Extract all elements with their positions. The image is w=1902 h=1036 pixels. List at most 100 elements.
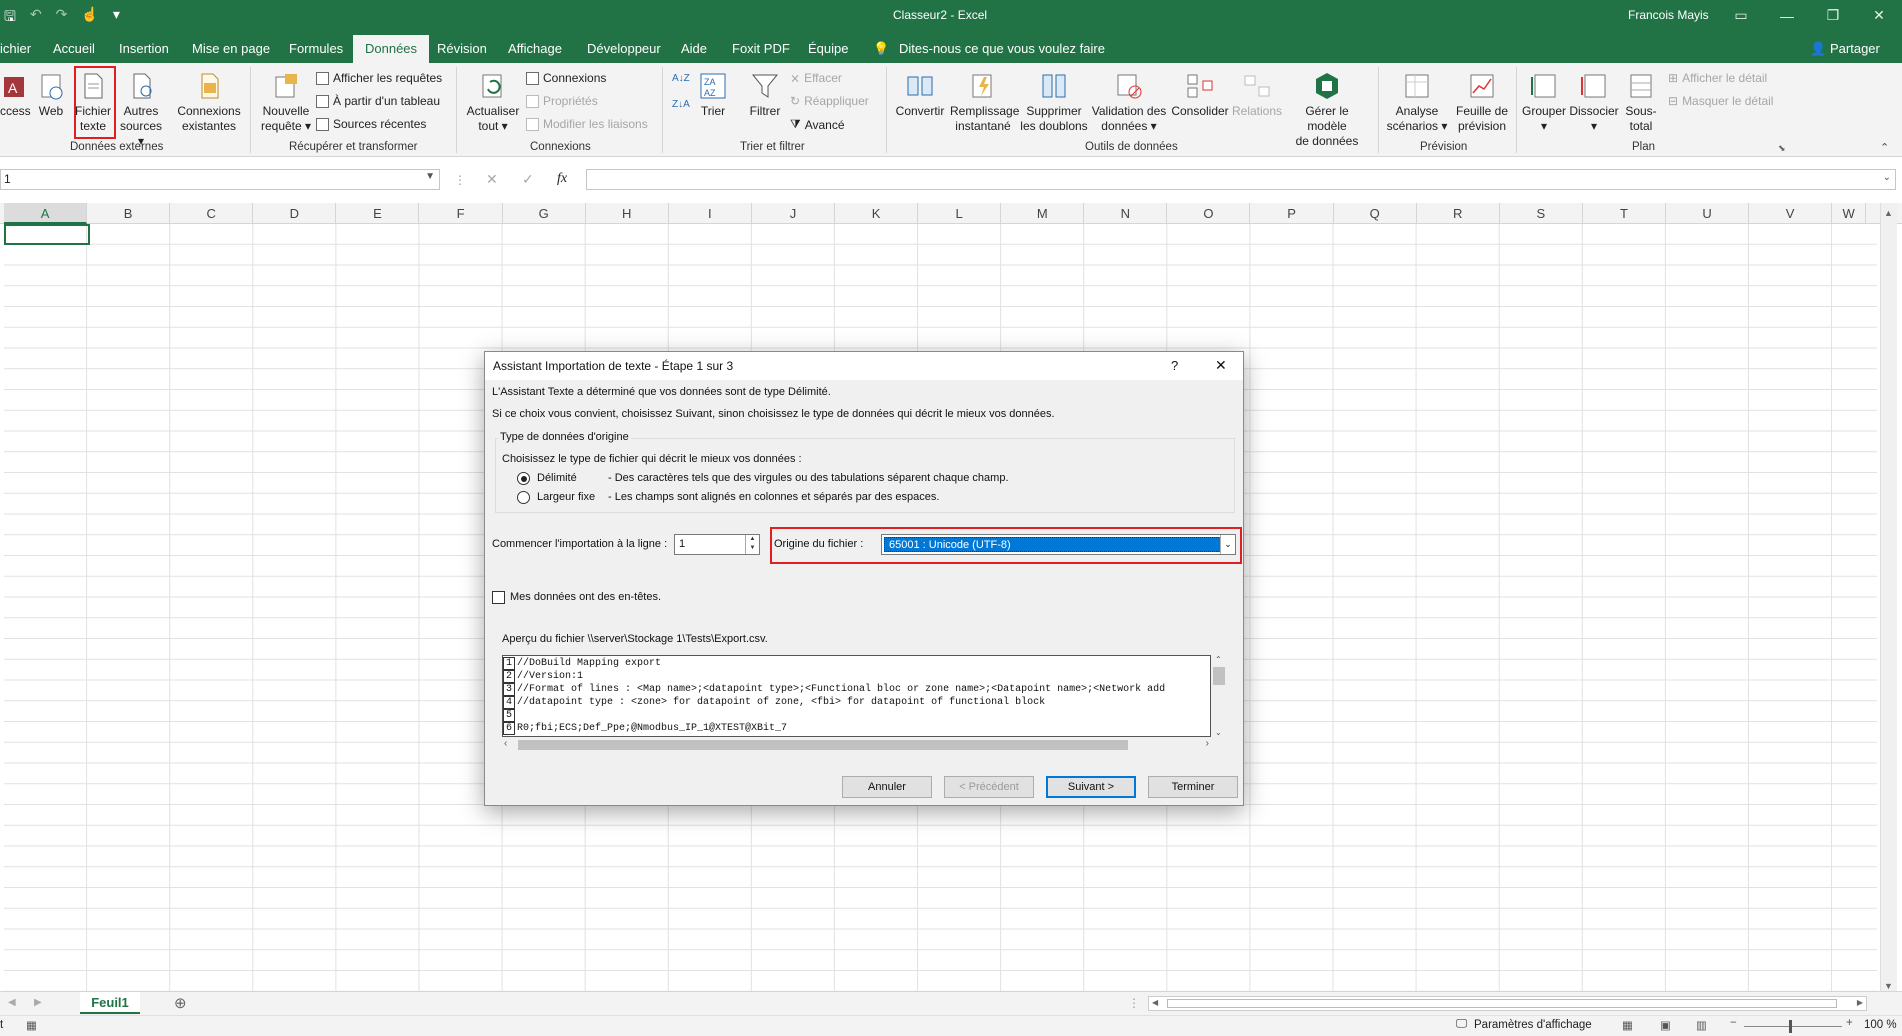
cancel-button[interactable]: Annuler [842, 776, 932, 798]
share-button[interactable]: Partager [1830, 41, 1880, 56]
start-row-spinner[interactable]: 1 ▲ ▼ [674, 534, 760, 555]
masquer-detail-button[interactable]: ⊟ Masquer le détail [1668, 94, 1773, 108]
tell-me-box[interactable]: Dites-nous ce que vous voulez faire [899, 41, 1105, 56]
column-header[interactable]: T [1583, 203, 1666, 224]
consolider-button[interactable]: Consolider [1170, 71, 1230, 119]
page-layout-icon[interactable]: ▣ [1660, 1018, 1671, 1032]
active-cell-a1[interactable] [4, 224, 90, 245]
confirm-entry-icon[interactable]: ✓ [522, 171, 534, 188]
gerer-modele-button[interactable]: Gérer le modèle de données [1284, 71, 1370, 149]
column-header[interactable]: U [1666, 203, 1750, 224]
column-header[interactable]: K [835, 203, 919, 224]
connexions-existantes-button[interactable]: Connexions existantes [176, 71, 242, 134]
scroll-right-icon[interactable]: ▶ [1857, 998, 1863, 1007]
avance-button[interactable]: ⧩ Avancé [790, 117, 845, 132]
reappliquer-button[interactable]: ↻ Réappliquer [790, 94, 869, 108]
user-name[interactable]: Francois Mayis [1628, 8, 1709, 22]
origin-select[interactable]: 65001 : Unicode (UTF-8) ⌄ [881, 534, 1236, 555]
insert-function-icon[interactable]: fx [557, 171, 567, 187]
convertir-button[interactable]: Convertir [894, 71, 946, 119]
vertical-scrollbar[interactable]: ▲ ▼ [1880, 203, 1897, 993]
zoom-out-icon[interactable]: − [1730, 1017, 1737, 1029]
autres-sources-button[interactable]: Autres sources ▾ [118, 71, 164, 149]
access-button[interactable]: A ccess [0, 71, 31, 119]
preview-scroll-right-icon[interactable]: › [1206, 738, 1209, 749]
preview-scroll-down-icon[interactable]: ⌄ [1215, 728, 1222, 737]
supprimer-doublons-button[interactable]: Supprimer les doublons [1020, 71, 1088, 134]
sous-total-button[interactable]: Sous- total [1622, 71, 1660, 134]
dissocier-button[interactable]: Dissocier ▾ [1568, 71, 1620, 134]
ribbon-display-icon[interactable]: ▭ [1718, 0, 1764, 31]
sort-az-icon[interactable]: A↓Z [672, 73, 690, 84]
cancel-entry-icon[interactable]: ✕ [486, 171, 498, 188]
scroll-left-icon[interactable]: ◀ [1152, 998, 1158, 1007]
tab-aide[interactable]: Aide [681, 41, 707, 56]
preview-horizontal-thumb[interactable] [518, 740, 1128, 750]
afficher-detail-button[interactable]: ⊞ Afficher le détail [1668, 71, 1767, 85]
close-icon[interactable]: ✕ [1856, 0, 1902, 31]
redo-icon[interactable]: ↷ [56, 6, 68, 30]
spinner-arrows-icon[interactable]: ▲ ▼ [745, 535, 759, 554]
collapse-ribbon-icon[interactable]: ⌃ [1880, 141, 1889, 154]
feuille-prevision-button[interactable]: Feuille de prévision [1452, 71, 1512, 134]
undo-icon[interactable]: ↶ [30, 6, 42, 30]
preview-scroll-left-icon[interactable]: ‹ [504, 738, 507, 749]
touch-mode-icon[interactable]: ☝ [81, 6, 98, 30]
macro-record-icon[interactable]: ▦ [26, 1018, 37, 1032]
display-settings-label[interactable]: Paramètres d'affichage [1474, 1019, 1592, 1031]
sheet-tab-feuil1[interactable]: Feuil1 [80, 992, 140, 1014]
column-header[interactable]: V [1749, 203, 1833, 224]
preview-vertical-thumb[interactable] [1213, 667, 1225, 685]
zoom-in-icon[interactable]: + [1846, 1017, 1853, 1029]
trier-button[interactable]: ZA AZ Trier [696, 71, 730, 119]
next-sheet-icon[interactable]: ▶ [34, 997, 42, 1008]
tab-foxit-pdf[interactable]: Foxit PDF [732, 41, 790, 56]
partir-tableau-button[interactable]: À partir d'un tableau [316, 94, 440, 108]
tab-insertion[interactable]: Insertion [119, 41, 169, 56]
finish-button[interactable]: Terminer [1148, 776, 1238, 798]
column-header[interactable]: B [87, 203, 171, 224]
previous-button[interactable]: < Précédent [944, 776, 1034, 798]
modifier-liaisons-button[interactable]: Modifier les liaisons [526, 117, 648, 131]
preview-horizontal-scrollbar[interactable]: ‹ › [502, 737, 1211, 753]
proprietes-button[interactable]: Propriétés [526, 94, 598, 108]
column-header[interactable]: O [1167, 203, 1251, 224]
radio-delimite[interactable] [517, 472, 530, 485]
tab-developpeur[interactable]: Développeur [587, 41, 661, 56]
column-header[interactable]: S [1500, 203, 1583, 224]
grouper-button[interactable]: Grouper ▾ [1520, 71, 1568, 134]
scroll-down-icon[interactable]: ▼ [1884, 981, 1893, 991]
column-header[interactable]: Q [1334, 203, 1417, 224]
next-button[interactable]: Suivant > [1046, 776, 1136, 798]
zoom-slider[interactable] [1744, 1026, 1842, 1027]
display-settings-icon[interactable]: 🖵 [1456, 1018, 1467, 1031]
tab-fichier[interactable]: ichier [0, 41, 31, 56]
relations-button[interactable]: Relations [1232, 71, 1282, 119]
headers-checkbox[interactable] [492, 591, 505, 604]
horizontal-scroll-thumb[interactable] [1167, 999, 1837, 1008]
customize-qat-icon[interactable]: ▾ [113, 6, 120, 30]
nouvelle-requete-button[interactable]: Nouvelle requête ▾ [258, 71, 314, 134]
restore-icon[interactable]: ❐ [1810, 0, 1856, 31]
help-icon[interactable]: ? [1171, 358, 1178, 373]
column-header[interactable]: N [1084, 203, 1168, 224]
radio-largeur-fixe[interactable] [517, 491, 530, 504]
tab-accueil[interactable]: Accueil [53, 41, 95, 56]
column-header[interactable]: F [420, 203, 503, 224]
add-sheet-icon[interactable]: ⊕ [174, 994, 187, 1012]
save-icon[interactable]: 🖫 [4, 6, 16, 30]
column-header[interactable]: I [669, 203, 752, 224]
origin-dropdown-icon[interactable]: ⌄ [1220, 535, 1235, 554]
tab-donnees[interactable]: Données [353, 35, 430, 63]
dialog-close-icon[interactable]: ✕ [1215, 357, 1227, 374]
horizontal-scrollbar[interactable]: ◀ ▶ [1148, 996, 1867, 1011]
scroll-up-icon[interactable]: ▲ [1884, 208, 1893, 218]
validation-donnees-button[interactable]: Validation des données ▾ [1090, 71, 1168, 134]
prev-sheet-icon[interactable]: ◀ [8, 997, 16, 1008]
actualiser-tout-button[interactable]: Actualiser tout ▾ [464, 71, 522, 134]
effacer-button[interactable]: ⨯ Effacer [790, 71, 842, 85]
tab-revision[interactable]: Révision [437, 41, 487, 56]
preview-scroll-up-icon[interactable]: ⌃ [1215, 655, 1222, 664]
tab-mise-en-page[interactable]: Mise en page [192, 41, 270, 56]
sort-za-icon[interactable]: Z↓A [672, 99, 690, 110]
